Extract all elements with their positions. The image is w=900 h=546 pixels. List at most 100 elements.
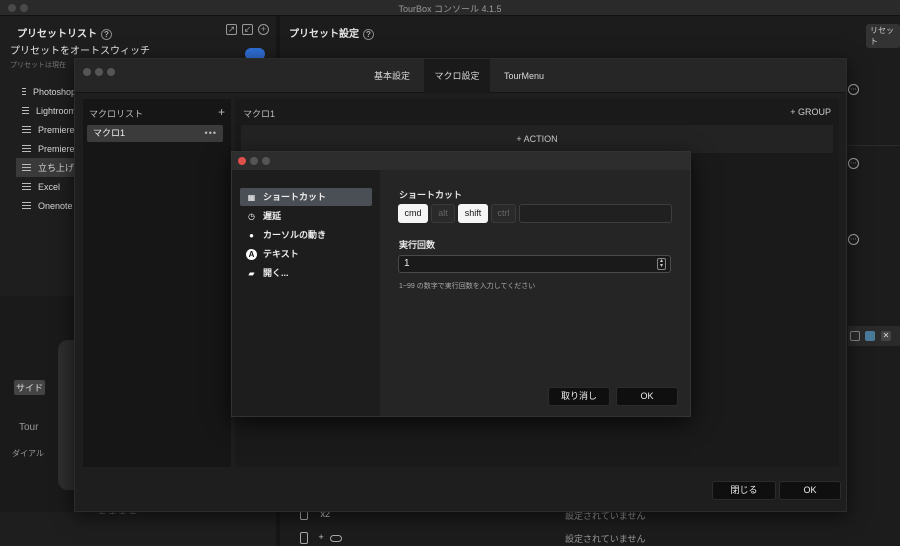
modifier-shift[interactable]: shift xyxy=(458,204,488,223)
dialog-ok-button[interactable]: OK xyxy=(616,387,678,406)
repeat-count-label: 実行回数 xyxy=(399,240,436,250)
action-type-delay[interactable]: ◷ 遅延 xyxy=(240,207,372,225)
window-titlebar: TourBox コンソール 4.1.5 xyxy=(0,0,900,16)
device-label-side[interactable]: サイド xyxy=(14,380,46,395)
macro-item-label: マクロ1 xyxy=(93,128,126,138)
preset-item-lightroom[interactable]: Lightroom xyxy=(16,101,76,120)
button-row[interactable]: + xyxy=(300,532,343,544)
action-config-panel: ショートカット cmd alt shift ctrl 実行回数 1 ▴ ▾ 1~9… xyxy=(380,170,690,416)
action-type-label: ショートカット xyxy=(263,192,327,202)
mouse-icon: ● xyxy=(249,231,254,241)
row-status: 設定されていません xyxy=(565,534,646,544)
dialog-titlebar xyxy=(232,152,690,170)
action-type-label: テキスト xyxy=(263,249,299,259)
settings-circle-icon[interactable]: ⋯ xyxy=(848,234,859,245)
action-type-label: カーソルの動き xyxy=(263,230,327,240)
button-shape-icon xyxy=(300,532,308,544)
keyboard-icon: ▦ xyxy=(247,193,256,203)
help-icon[interactable]: ? xyxy=(101,28,112,40)
add-action-button[interactable]: + ACTION xyxy=(241,125,833,153)
autoswitch-title: プリセットをオートスウィッチ xyxy=(10,46,150,57)
tab-tourmenu[interactable]: TourMenu xyxy=(490,59,558,93)
action-type-text[interactable]: A テキスト xyxy=(240,245,372,263)
preset-item-onenote[interactable]: Onenote xyxy=(16,196,76,215)
zoom-dialog-button[interactable] xyxy=(262,157,270,165)
action-type-label: 遅延 xyxy=(263,211,282,221)
preset-list: Photoshop Lightroom Premiere Premiere 立ち… xyxy=(16,82,76,215)
modifier-ctrl[interactable]: ctrl xyxy=(491,204,516,223)
import-icon[interactable]: ↙ xyxy=(242,24,253,35)
tab-macro-settings[interactable]: マクロ設定 xyxy=(424,59,490,93)
action-type-open[interactable]: ▰ 開く... xyxy=(240,264,372,282)
preset-label: 立ち上げ xyxy=(38,163,75,173)
folder-icon: ▰ xyxy=(248,269,255,279)
macro-list-item[interactable]: マクロ1 ••• xyxy=(87,125,223,142)
action-type-shortcut[interactable]: ▦ ショートカット xyxy=(240,188,372,206)
preset-item-startup[interactable]: 立ち上げ xyxy=(16,158,76,177)
preset-label: Premiere xyxy=(38,124,75,135)
settings-circle-icon[interactable]: ⋯ xyxy=(848,158,859,169)
preset-label: Onenote xyxy=(38,200,73,211)
ok-button[interactable]: OK xyxy=(779,481,841,500)
edit-icon[interactable] xyxy=(865,331,875,341)
pill-button-icon xyxy=(330,534,343,542)
action-type-cursor-move[interactable]: ● カーソルの動き xyxy=(240,226,372,244)
delete-icon[interactable]: ✕ xyxy=(881,331,891,341)
drag-handle-icon[interactable] xyxy=(22,164,31,171)
repeat-count-input[interactable]: 1 ▴ ▾ xyxy=(398,255,671,273)
preset-item-excel[interactable]: Excel xyxy=(16,177,76,196)
macro-list-pane: マクロリスト + マクロ1 ••• xyxy=(83,99,231,467)
tab-basic-settings[interactable]: 基本設定 xyxy=(358,59,426,93)
modifier-cmd[interactable]: cmd xyxy=(398,204,428,223)
item-toolbar: ✕ xyxy=(848,326,900,346)
preset-settings-title: プリセット設定 xyxy=(289,29,359,40)
settings-circle-icon[interactable]: ⋯ xyxy=(848,84,859,95)
modifier-alt[interactable]: alt xyxy=(431,204,455,223)
preset-label: Excel xyxy=(38,181,61,192)
preset-label: Photoshop xyxy=(32,86,76,97)
stopwatch-icon: ◷ xyxy=(248,212,255,222)
macro-titlebar: 基本設定 マクロ設定 TourMenu xyxy=(75,59,846,93)
preset-item-premiere-2[interactable]: Premiere xyxy=(16,139,76,158)
action-type-list: ▦ ショートカット ◷ 遅延 ● カーソルの動き A テキスト ▰ 開く... xyxy=(232,170,380,416)
stepper-icon[interactable]: ▴ ▾ xyxy=(657,258,666,270)
reset-button[interactable]: リセット xyxy=(866,24,900,48)
minimize-window-button[interactable] xyxy=(95,68,103,76)
add-group-button[interactable]: + GROUP xyxy=(790,107,831,117)
preset-item-photoshop[interactable]: Photoshop xyxy=(16,82,76,101)
preset-label: Premiere xyxy=(38,143,75,154)
drag-handle-icon[interactable] xyxy=(22,202,31,209)
drag-handle-icon[interactable] xyxy=(22,145,31,152)
add-preset-icon[interactable]: + xyxy=(258,24,269,35)
text-a-icon: A xyxy=(246,249,257,261)
close-window-button[interactable] xyxy=(83,68,91,76)
close-button[interactable]: 閉じる xyxy=(712,481,776,500)
zoom-window-button[interactable] xyxy=(107,68,115,76)
preset-label: Lightroom xyxy=(35,105,76,116)
minimize-dialog-button[interactable] xyxy=(250,157,258,165)
device-label-tour[interactable]: Tour xyxy=(19,422,38,433)
more-options-icon[interactable]: ••• xyxy=(205,125,217,142)
divider xyxy=(846,145,900,146)
cancel-button[interactable]: 取り消し xyxy=(548,387,610,406)
macro-list-header: マクロリスト xyxy=(89,109,144,119)
repeat-count-hint: 1~99 の数字で実行回数を入力してください xyxy=(399,283,536,290)
preset-settings-header: プリセット設定? xyxy=(289,25,374,40)
button-combo-label: + xyxy=(318,532,324,543)
drag-handle-icon[interactable] xyxy=(22,126,31,133)
preset-item-premiere[interactable]: Premiere xyxy=(16,120,76,139)
preset-list-header: プリセットリスト? xyxy=(17,25,112,40)
copy-icon[interactable] xyxy=(850,331,860,341)
close-dialog-button[interactable] xyxy=(238,157,246,165)
export-icon[interactable]: ↗ xyxy=(226,24,237,35)
macro-editor-title: マクロ1 xyxy=(243,109,276,119)
drag-handle-icon[interactable] xyxy=(22,183,31,190)
shortcut-label: ショートカット xyxy=(399,190,463,200)
drag-handle-icon[interactable] xyxy=(22,107,29,114)
shortcut-key-input[interactable] xyxy=(519,204,672,223)
add-macro-button[interactable]: + xyxy=(218,105,225,119)
device-label-dial[interactable]: ダイアル xyxy=(12,448,44,459)
drag-handle-icon[interactable] xyxy=(22,88,26,95)
repeat-count-value: 1 xyxy=(404,258,410,269)
help-icon[interactable]: ? xyxy=(363,28,374,40)
